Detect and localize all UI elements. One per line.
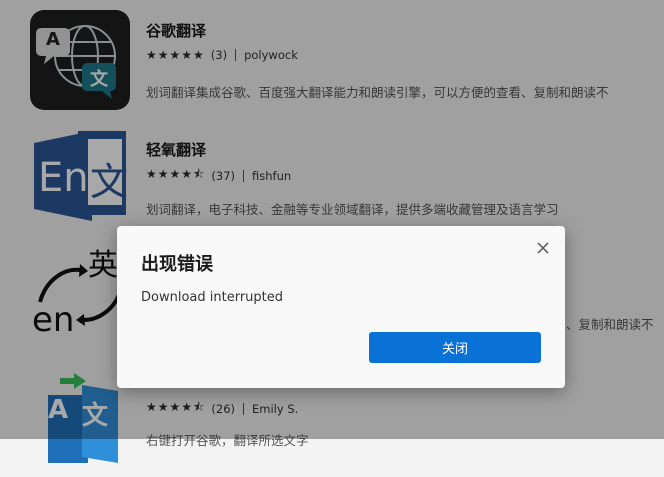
close-button[interactable]: 关闭 — [369, 332, 541, 363]
dialog-title: 出现错误 — [141, 254, 213, 275]
close-icon[interactable] — [533, 238, 553, 258]
dialog-message: Download interrupted — [141, 290, 283, 305]
error-dialog: 出现错误 Download interrupted 关闭 — [117, 226, 565, 388]
